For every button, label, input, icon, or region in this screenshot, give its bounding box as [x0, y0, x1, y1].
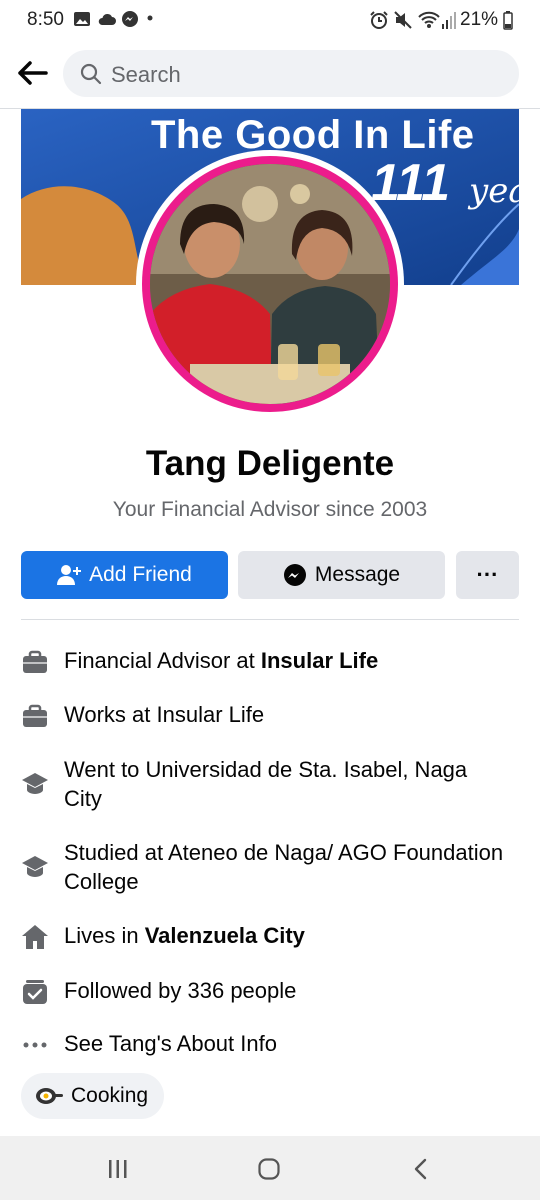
- wifi-icon: [418, 11, 440, 28]
- search-input[interactable]: Search: [63, 50, 519, 97]
- profile-picture[interactable]: [136, 150, 404, 418]
- profile-photo-image: [150, 164, 390, 404]
- followers-icon: [23, 980, 47, 1004]
- message-button[interactable]: Message: [238, 551, 445, 599]
- alarm-icon: [370, 11, 388, 29]
- add-friend-button[interactable]: Add Friend: [21, 551, 228, 599]
- recent-apps-icon[interactable]: [107, 1158, 129, 1180]
- briefcase-icon: [23, 650, 47, 673]
- add-friend-icon: [57, 565, 82, 585]
- battery-icon: [503, 11, 513, 30]
- avatar-ring: [142, 156, 398, 412]
- add-friend-label: Add Friend: [89, 563, 192, 586]
- interest-chip-cooking[interactable]: Cooking: [21, 1073, 165, 1119]
- top-app-bar: Search: [0, 40, 540, 109]
- home-button-icon[interactable]: [257, 1157, 281, 1181]
- see-about-info-label: See Tang's About Info: [64, 1031, 277, 1056]
- cooking-icon: [36, 1088, 63, 1104]
- more-dots-icon: [23, 1042, 47, 1048]
- message-label: Message: [314, 563, 401, 586]
- briefcase-icon: [23, 704, 47, 727]
- signal-icon: [442, 12, 456, 29]
- section-divider: [21, 619, 519, 620]
- gallery-icon: [74, 12, 90, 26]
- search-placeholder: Search: [111, 62, 181, 87]
- notification-dot-icon: [147, 15, 153, 21]
- graduation-cap-icon: [22, 856, 48, 877]
- info-text-followers: Followed by 336 people: [64, 978, 297, 1003]
- info-text-work: Works at Insular Life: [64, 702, 265, 727]
- status-bar: 8:50 21%: [0, 0, 540, 40]
- profile-bio: Your Financial Advisor since 2003: [112, 498, 428, 521]
- profile-name: Tang Deligente: [145, 444, 395, 483]
- info-text-location: Lives in Valenzuela City: [64, 923, 305, 948]
- system-navigation-bar: [0, 1136, 540, 1200]
- info-text-job: Financial Advisor at Insular Life: [64, 648, 379, 673]
- cover-title: The Good In Life: [151, 113, 475, 157]
- messenger-status-icon: [122, 11, 138, 27]
- graduation-cap-icon: [22, 773, 48, 794]
- info-text-education-1: Went to Universidad de Sta. Isabel, Naga…: [64, 757, 468, 811]
- status-time: 8:50: [27, 9, 64, 30]
- battery-level: 21%: [460, 9, 499, 30]
- avatar-photo: [150, 164, 390, 404]
- home-icon: [22, 925, 48, 949]
- messenger-icon: [283, 564, 306, 586]
- cover-years-text: yea: [469, 171, 519, 211]
- search-icon: [80, 63, 102, 85]
- mute-icon: [394, 11, 412, 29]
- more-dots-icon: ···: [476, 562, 499, 587]
- interest-chip-label: Cooking: [71, 1084, 149, 1107]
- back-nav-icon[interactable]: [410, 1157, 432, 1181]
- cover-anniversary-number: 111: [371, 154, 451, 212]
- more-options-button[interactable]: ···: [456, 551, 519, 599]
- cloud-icon: [98, 13, 116, 25]
- info-text-education-2: Studied at Ateneo de Naga/ AGO Foundatio…: [64, 840, 504, 894]
- back-arrow-icon[interactable]: [14, 55, 50, 91]
